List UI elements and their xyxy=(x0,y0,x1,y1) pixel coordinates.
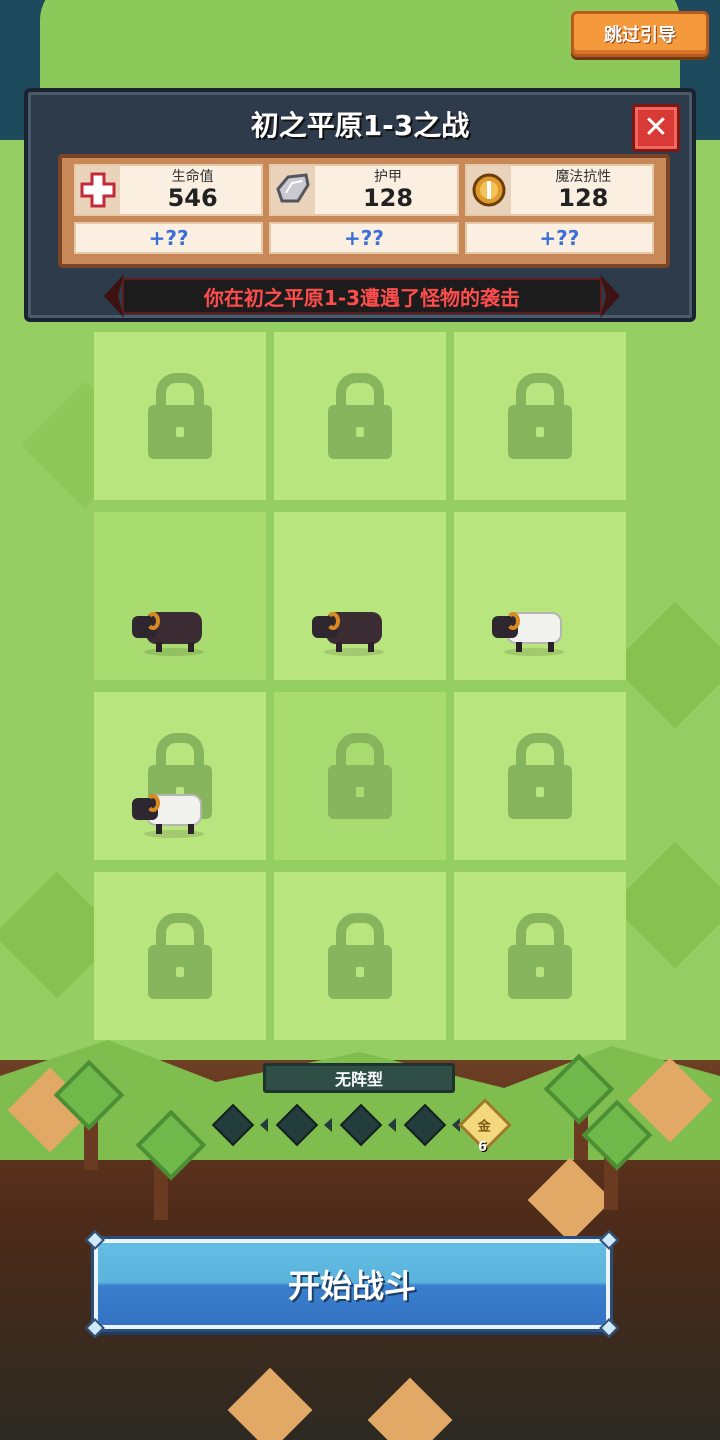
stats-box: 生命值 546 护甲 128 魔法抗性 128 +?? +?? +?? xyxy=(58,154,670,268)
lock-icon xyxy=(328,913,392,999)
grid-slot-locked[interactable] xyxy=(274,692,446,860)
grid-slot-locked[interactable] xyxy=(454,692,626,860)
panel-title: 初之平原1-3之战 xyxy=(250,109,470,142)
skip-tutorial-button[interactable]: 跳过引导 xyxy=(571,11,709,57)
grid-slot-monster[interactable] xyxy=(454,512,626,680)
gold-icon: 金 xyxy=(478,1119,492,1135)
stat-bonus: +?? xyxy=(74,222,264,254)
formation-grid xyxy=(94,332,626,1040)
formation-pip xyxy=(275,1103,319,1147)
close-icon: ✕ xyxy=(643,110,669,145)
black-ram-sprite xyxy=(312,608,386,656)
grid-slot-locked[interactable] xyxy=(94,692,266,860)
lock-icon xyxy=(508,733,572,819)
magic-resist-icon xyxy=(466,166,511,214)
health-cross-icon xyxy=(76,166,120,214)
grid-slot-locked[interactable] xyxy=(274,872,446,1040)
grid-slot-monster[interactable] xyxy=(274,512,446,680)
white-ram-sprite xyxy=(492,608,566,656)
arrow-icon xyxy=(260,1118,268,1132)
formation-pip xyxy=(211,1103,255,1147)
arrow-icon xyxy=(388,1118,396,1132)
armor-shard-icon xyxy=(271,166,316,214)
close-button[interactable]: ✕ xyxy=(632,104,680,152)
white-ram-sprite xyxy=(132,790,206,838)
formation-pip xyxy=(339,1103,383,1147)
lock-icon xyxy=(508,373,572,459)
lock-icon xyxy=(328,733,392,819)
gold-count: 6 xyxy=(478,1140,488,1155)
stat-bonus: +?? xyxy=(464,222,654,254)
grid-slot-locked[interactable] xyxy=(454,872,626,1040)
arrow-icon xyxy=(324,1118,332,1132)
grid-slot-locked[interactable] xyxy=(274,332,446,500)
start-battle-label: 开始战斗 xyxy=(287,1267,416,1305)
lock-icon xyxy=(148,373,212,459)
stat-label: 生命值 xyxy=(171,169,214,185)
battle-info-panel: 初之平原1-3之战 ✕ 生命值 546 护甲 128 魔法抗性 128 +?? … xyxy=(24,88,696,322)
grid-slot-locked[interactable] xyxy=(94,872,266,1040)
encounter-message: 你在初之平原1-3遭遇了怪物的袭击 xyxy=(122,278,602,314)
stat-value: 128 xyxy=(558,184,609,212)
lock-icon xyxy=(508,913,572,999)
stat-label: 魔法抗性 xyxy=(555,169,612,185)
lock-icon xyxy=(148,913,212,999)
stat-armor: 护甲 128 xyxy=(269,164,459,216)
formation-pips: 金 6 xyxy=(211,1098,512,1155)
grid-slot-locked[interactable] xyxy=(94,332,266,500)
start-battle-button[interactable]: 开始战斗 xyxy=(85,1230,619,1338)
grid-slot-locked[interactable] xyxy=(454,332,626,500)
grid-slot-monster[interactable] xyxy=(94,512,266,680)
formation-pip xyxy=(403,1103,447,1147)
stat-magic-resist: 魔法抗性 128 xyxy=(464,164,654,216)
formation-label: 无阵型 xyxy=(263,1063,455,1093)
stat-value: 128 xyxy=(362,184,414,212)
stat-bonus: +?? xyxy=(269,222,459,254)
lock-icon xyxy=(328,373,392,459)
stat-label: 护甲 xyxy=(373,169,402,185)
stat-health: 生命值 546 xyxy=(74,164,264,216)
stat-value: 546 xyxy=(167,184,218,212)
black-ram-sprite xyxy=(132,608,206,656)
